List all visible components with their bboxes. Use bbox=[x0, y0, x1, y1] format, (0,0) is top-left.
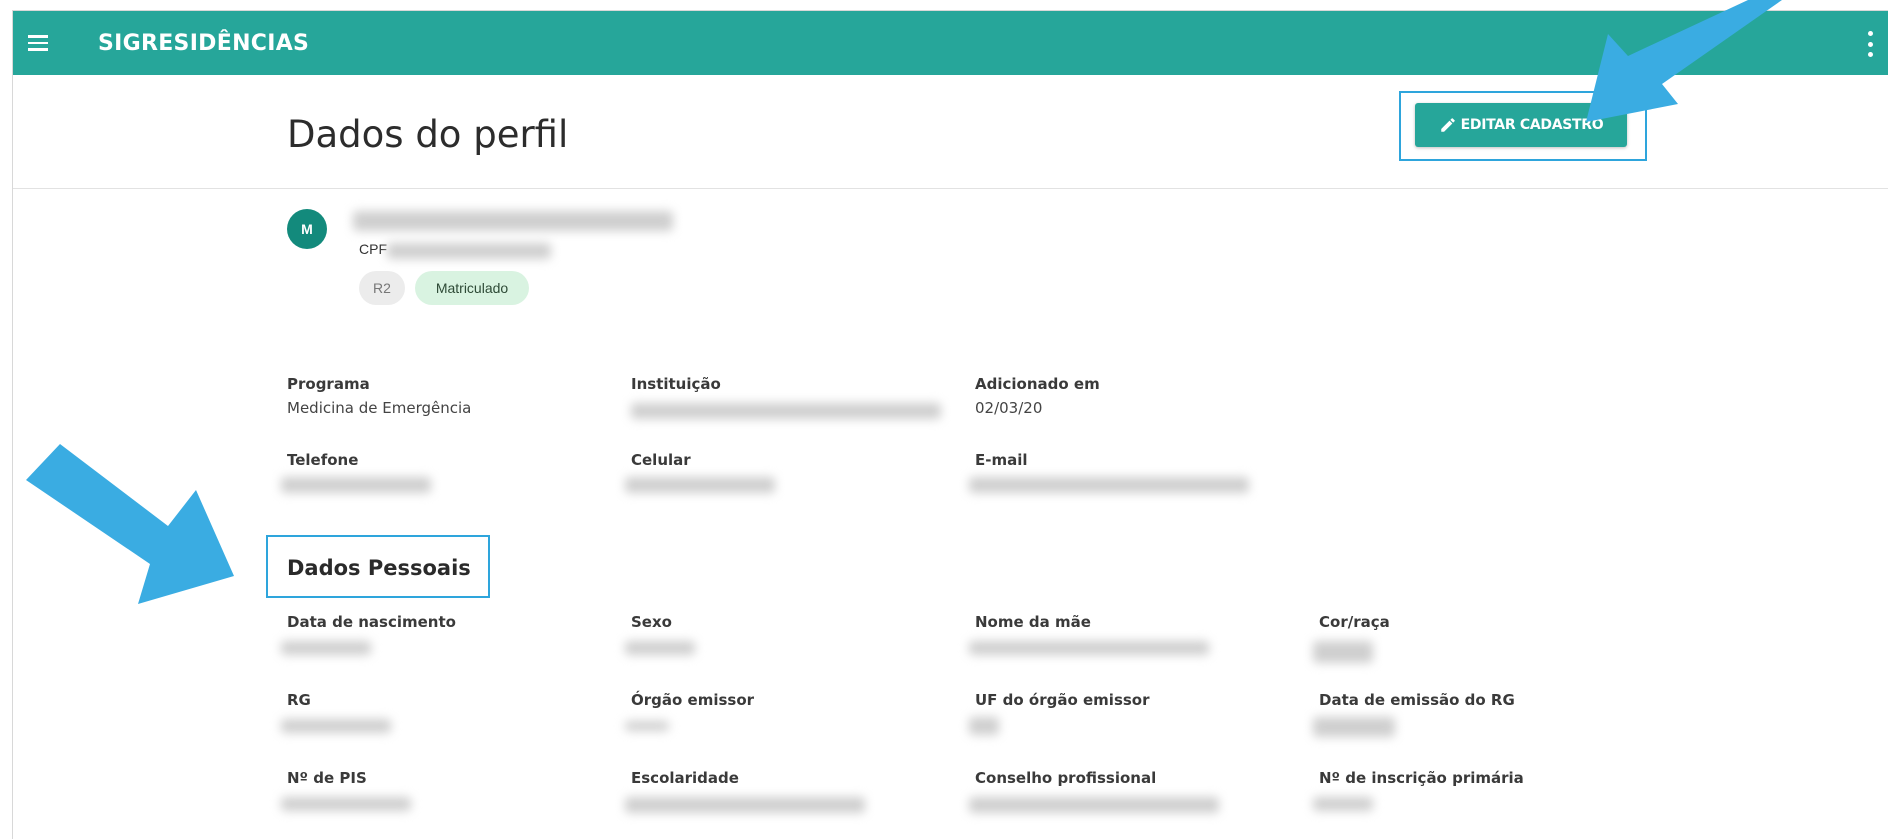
redacted-birthdate bbox=[281, 641, 371, 655]
redacted-issuer bbox=[625, 721, 669, 731]
avatar: M bbox=[287, 209, 327, 249]
added-label: Adicionado em bbox=[975, 375, 1100, 393]
redacted-education bbox=[625, 797, 865, 813]
issuer-state-label: UF do órgão emissor bbox=[975, 691, 1150, 709]
birthdate-label: Data de nascimento bbox=[287, 613, 456, 631]
added-value: 02/03/20 bbox=[975, 399, 1043, 417]
redacted-institution bbox=[631, 403, 941, 419]
pencil-icon bbox=[1440, 118, 1455, 132]
issuer-label: Órgão emissor bbox=[631, 691, 755, 709]
redacted-user-name bbox=[353, 211, 673, 231]
redacted-phone bbox=[281, 477, 431, 493]
cellphone-label: Celular bbox=[631, 451, 691, 469]
redacted-pis bbox=[281, 797, 411, 811]
redacted-email bbox=[969, 477, 1249, 493]
redacted-registration bbox=[1313, 797, 1373, 811]
section-title: Dados Pessoais bbox=[287, 556, 471, 580]
redacted-sex bbox=[625, 641, 695, 655]
page-title: Dados do perfil bbox=[287, 113, 569, 156]
redacted-rg-issue-date bbox=[1313, 717, 1395, 737]
race-label: Cor/raça bbox=[1319, 613, 1390, 631]
status-badge: Matriculado bbox=[415, 271, 529, 305]
mother-name-label: Nome da mãe bbox=[975, 613, 1091, 631]
hamburger-menu-icon[interactable] bbox=[13, 11, 63, 75]
cpf-label: CPF bbox=[359, 241, 387, 257]
redacted-council bbox=[969, 797, 1219, 813]
redacted-mother-name bbox=[969, 641, 1209, 655]
pis-label: Nº de PIS bbox=[287, 769, 367, 787]
rg-issue-date-label: Data de emissão do RG bbox=[1319, 691, 1515, 709]
more-vert-icon[interactable] bbox=[1865, 31, 1875, 57]
redacted-race bbox=[1313, 641, 1373, 663]
education-label: Escolaridade bbox=[631, 769, 739, 787]
year-chip: R2 bbox=[359, 271, 405, 305]
program-value: Medicina de Emergência bbox=[287, 399, 472, 417]
council-label: Conselho profissional bbox=[975, 769, 1157, 787]
phone-label: Telefone bbox=[287, 451, 359, 469]
app-title: SIGRESIDÊNCIAS bbox=[98, 30, 310, 56]
program-label: Programa bbox=[287, 375, 370, 393]
institution-label: Instituição bbox=[631, 375, 721, 393]
arrow-to-edit-button-icon bbox=[1586, 0, 1782, 122]
redacted-cellphone bbox=[625, 477, 775, 493]
redacted-cpf-value bbox=[387, 243, 551, 259]
arrow-to-personal-data-icon bbox=[26, 444, 234, 604]
email-label: E-mail bbox=[975, 451, 1028, 469]
redacted-issuer-state bbox=[969, 717, 999, 735]
registration-label: Nº de inscrição primária bbox=[1319, 769, 1524, 787]
rg-label: RG bbox=[287, 691, 311, 709]
sex-label: Sexo bbox=[631, 613, 672, 631]
redacted-rg bbox=[281, 719, 391, 733]
